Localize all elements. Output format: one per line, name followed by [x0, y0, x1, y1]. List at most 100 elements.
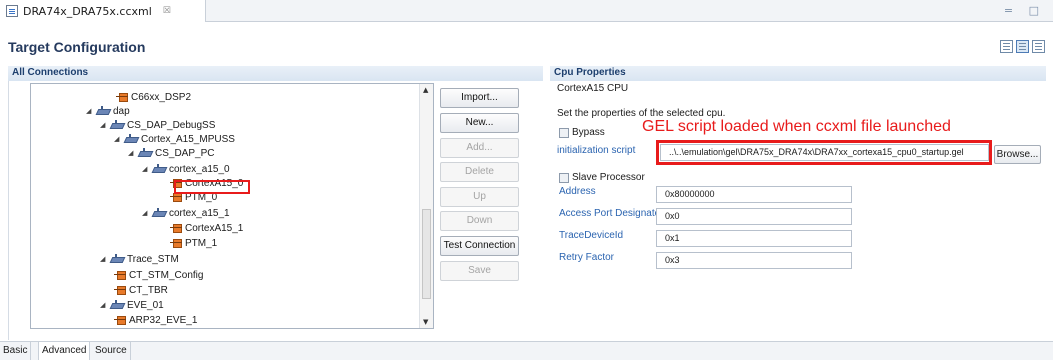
router-icon: [152, 208, 166, 218]
expand-twisty-icon[interactable]: ◢: [128, 149, 135, 157]
down-button[interactable]: Down: [440, 211, 519, 231]
layout-horizontal-icon[interactable]: [1016, 40, 1029, 53]
tab-source[interactable]: Source: [92, 342, 131, 360]
layout-vertical-icon[interactable]: [1000, 40, 1013, 53]
router-icon: [110, 254, 124, 264]
init-script-highlight: [656, 140, 992, 165]
router-icon: [138, 148, 152, 158]
retry-factor-field[interactable]: 0x3: [656, 252, 852, 269]
import-button[interactable]: Import...: [440, 88, 519, 108]
tree-item-trace-stm[interactable]: ◢ Trace_STM: [100, 252, 179, 266]
bypass-label: Bypass: [572, 127, 605, 138]
tree-item-cortex-a15-0[interactable]: ◢ cortex_a15_0: [142, 162, 230, 176]
editor-tab-label: DRA74x_DRA75x.ccxml: [23, 4, 152, 18]
tree-item-label: EVE_01: [127, 299, 164, 311]
page-title: Target Configuration: [8, 39, 146, 55]
ccxml-file-icon: [6, 5, 18, 17]
scroll-down-icon[interactable]: ▼: [423, 318, 428, 326]
router-icon: [110, 300, 124, 310]
delete-button[interactable]: Delete: [440, 162, 519, 182]
all-connections-header: All Connections: [8, 66, 543, 81]
tree-item-label: CortexA15_1: [185, 222, 244, 234]
access-port-label: Access Port Designator: [559, 208, 664, 219]
expand-twisty-icon[interactable]: ◢: [100, 255, 107, 263]
new-button[interactable]: New...: [440, 113, 519, 133]
tree-item-label: C66xx_DSP2: [131, 91, 192, 103]
cpu-icon: [114, 270, 126, 280]
expand-twisty-icon[interactable]: ◢: [142, 209, 149, 217]
tree-item-dap[interactable]: ◢ dap: [86, 104, 130, 118]
expand-twisty-icon[interactable]: ◢: [142, 165, 149, 173]
init-script-label: initialization script: [557, 145, 636, 156]
tree-item-label: CT_TBR: [129, 284, 168, 296]
router-icon: [124, 134, 138, 144]
cpu-icon: [114, 285, 126, 295]
tree-item-eve-01[interactable]: ◢ EVE_01: [100, 298, 164, 312]
router-icon: [110, 120, 124, 130]
expand-twisty-icon[interactable]: ◢: [114, 135, 121, 143]
cpu-icon: [170, 223, 182, 233]
tree-item-ptm-1[interactable]: PTM_1: [170, 236, 217, 250]
section-divider: [8, 81, 9, 340]
tree-item-label: CS_DAP_DebugSS: [127, 119, 216, 131]
tree-item-label: Cortex_A15_MPUSS: [141, 133, 235, 145]
layout-toggle-group: [1000, 40, 1045, 53]
scroll-up-icon[interactable]: ▲: [423, 86, 428, 94]
editor-tab-ccxml[interactable]: DRA74x_DRA75x.ccxml ☒: [0, 0, 206, 22]
expand-twisty-icon[interactable]: ◢: [100, 121, 107, 129]
tree-item-label: cortex_a15_0: [169, 163, 230, 175]
add-button[interactable]: Add...: [440, 138, 519, 158]
save-button[interactable]: Save: [440, 261, 519, 281]
access-port-field[interactable]: 0x0: [656, 208, 852, 225]
up-button[interactable]: Up: [440, 187, 519, 207]
tree-item-cs-dap-pc[interactable]: ◢ CS_DAP_PC: [128, 146, 214, 160]
tree-item-label: dap: [113, 105, 130, 117]
tree-item-cortex-a15-1[interactable]: ◢ cortex_a15_1: [142, 206, 230, 220]
retry-factor-label: Retry Factor: [559, 252, 615, 263]
tree-item-c66xx-dsp2[interactable]: C66xx_DSP2: [106, 90, 191, 104]
tree-scrollbar[interactable]: ▲ ▼: [419, 84, 433, 328]
bottom-tab-bar: Basic Advanced Source: [0, 341, 1053, 360]
layout-single-icon[interactable]: [1032, 40, 1045, 53]
cpu-icon: [170, 238, 182, 248]
tree-item-label: cortex_a15_1: [169, 207, 230, 219]
close-tab-icon[interactable]: ☒: [163, 6, 171, 16]
browse-button[interactable]: Browse...: [994, 145, 1041, 164]
tree-item-cortex-a15-mpuss[interactable]: ◢ Cortex_A15_MPUSS: [114, 132, 235, 146]
tree-item-arp32-eve-1[interactable]: ARP32_EVE_1: [114, 313, 197, 327]
slave-processor-checkbox[interactable]: [559, 173, 569, 183]
tree-item-label: ARP32_EVE_1: [129, 314, 198, 326]
address-field[interactable]: 0x80000000: [656, 186, 852, 203]
tree-item-label: PTM_1: [185, 237, 218, 249]
connections-tree[interactable]: C66xx_DSP2 ◢ dap ◢ CS_DAP_DebugSS ◢ Cort…: [30, 83, 434, 329]
router-icon: [96, 106, 110, 116]
tree-item-label: Trace_STM: [127, 253, 179, 265]
trace-device-id-label: TraceDeviceId: [559, 230, 624, 241]
tree-item-ct-tbr[interactable]: CT_TBR: [114, 283, 168, 297]
scroll-thumb[interactable]: [422, 209, 431, 299]
address-label: Address: [559, 186, 596, 197]
tree-item-ct-stm-config[interactable]: CT_STM_Config: [114, 268, 203, 282]
cpu-icon: [116, 92, 128, 102]
trace-device-id-field[interactable]: 0x1: [656, 230, 852, 247]
selected-item-highlight: [174, 180, 250, 194]
title-bar: Target Configuration: [0, 22, 1053, 62]
cpu-properties-header: Cpu Properties: [550, 66, 1046, 81]
tree-item-label: CT_STM_Config: [129, 269, 204, 281]
tab-basic[interactable]: Basic: [0, 342, 32, 360]
gel-annotation: GEL script loaded when ccxml file launch…: [642, 118, 951, 135]
window-controls[interactable]: = □: [1004, 4, 1045, 17]
slave-processor-label: Slave Processor: [572, 172, 645, 183]
expand-twisty-icon[interactable]: ◢: [100, 301, 107, 309]
bypass-checkbox[interactable]: [559, 128, 569, 138]
router-icon: [152, 164, 166, 174]
cpu-name: CortexA15 CPU: [557, 83, 629, 94]
cpu-icon: [114, 315, 126, 325]
tree-item-cs-dap-debugss[interactable]: ◢ CS_DAP_DebugSS: [100, 118, 215, 132]
expand-twisty-icon[interactable]: ◢: [86, 107, 93, 115]
tree-item-label: CS_DAP_PC: [155, 147, 215, 159]
tree-item-cortexa15-1[interactable]: CortexA15_1: [170, 221, 243, 235]
editor-tab-bar: DRA74x_DRA75x.ccxml ☒ = □: [0, 0, 1053, 22]
tab-advanced[interactable]: Advanced: [38, 342, 91, 360]
test-connection-button[interactable]: Test Connection: [440, 236, 519, 256]
